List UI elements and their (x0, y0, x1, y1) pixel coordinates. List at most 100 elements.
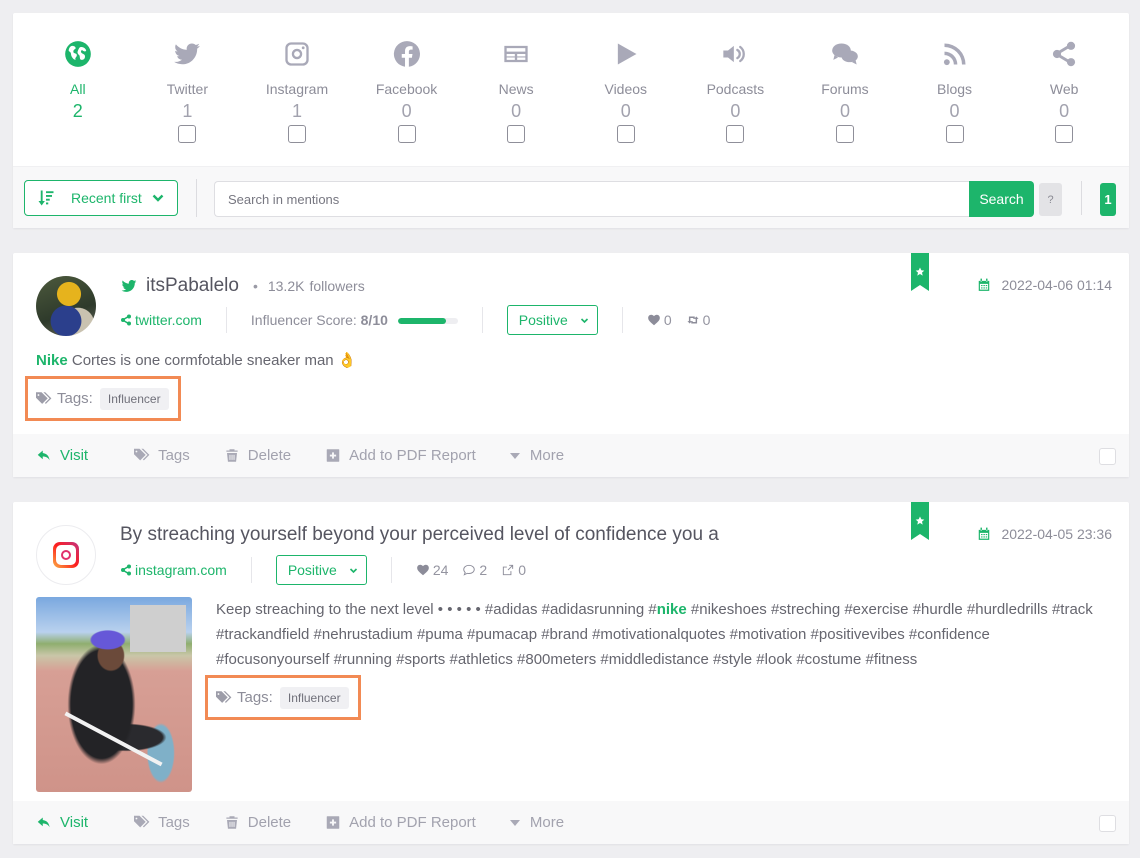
sort-icon (38, 190, 54, 206)
selected-count-badge[interactable]: 1 (1100, 183, 1116, 216)
mention-meta: instagram.com Positive 24 2 0 (120, 555, 540, 585)
divider (390, 557, 392, 583)
mention-header: itsPabalelo • 13.2K followers (120, 275, 370, 297)
more-button[interactable]: More (509, 447, 564, 464)
reply-icon (37, 817, 50, 828)
tags-button[interactable]: Tags (134, 814, 190, 831)
comment-icon (463, 564, 476, 576)
divider (225, 307, 227, 333)
plus-square-icon (326, 816, 340, 829)
author-name[interactable]: itsPabalelo (146, 275, 239, 297)
divider (196, 179, 197, 217)
source-count: 0 (511, 101, 522, 121)
caret-down-icon (509, 452, 520, 459)
tags-button[interactable]: Tags (134, 447, 190, 464)
source-filter-instagram[interactable]: Instagram 1 (242, 39, 352, 143)
source-label: Instagram (265, 81, 329, 97)
source-filter-blogs[interactable]: Blogs 0 (900, 39, 1010, 143)
source-count: 2 (72, 101, 83, 121)
followers-count: 13.2K followers (267, 278, 365, 294)
delete-button[interactable]: Delete (224, 814, 291, 831)
search-bar: Search (214, 181, 1034, 217)
source-checkbox-videos[interactable] (616, 125, 635, 143)
calendar-icon (979, 527, 990, 540)
tags-icon (134, 815, 150, 828)
source-checkbox-news[interactable] (507, 125, 526, 143)
newspaper-icon (501, 39, 531, 69)
source-filter-news[interactable]: News 0 (461, 39, 571, 143)
mention-actions: Visit Tags Delete Add to PDF Report More (13, 434, 1129, 477)
select-mention-checkbox[interactable] (1099, 448, 1116, 465)
avatar[interactable] (36, 525, 96, 585)
likes-count: 0 (647, 312, 672, 328)
more-button[interactable]: More (509, 814, 564, 831)
sort-dropdown[interactable]: Recent first (24, 180, 178, 216)
source-label: Facebook (375, 81, 438, 97)
instagram-icon (53, 542, 79, 568)
twitter-icon (121, 280, 137, 292)
source-link[interactable]: instagram.com (120, 562, 227, 578)
keyword-highlight: nike (656, 601, 687, 618)
source-checkbox-forums[interactable] (835, 125, 854, 143)
visit-button[interactable]: Visit (36, 447, 88, 464)
source-checkbox-instagram[interactable] (287, 125, 306, 143)
divider (621, 307, 623, 333)
mention-card: By streaching yourself beyond your perce… (13, 502, 1129, 844)
add-to-pdf-button[interactable]: Add to PDF Report (325, 447, 476, 464)
source-checkbox-web[interactable] (1055, 125, 1074, 143)
share-icon (121, 314, 131, 326)
source-filter-videos[interactable]: Videos 0 (571, 39, 681, 143)
select-mention-checkbox[interactable] (1099, 815, 1116, 832)
likes-count: 24 (416, 562, 448, 578)
instagram-icon (282, 39, 312, 69)
source-filter-twitter[interactable]: Twitter 1 (133, 39, 243, 143)
tag-chip[interactable]: Influencer (279, 686, 349, 709)
separator-dot: • (252, 278, 258, 294)
trash-icon (226, 449, 238, 462)
mention-title[interactable]: By streaching yourself beyond your perce… (120, 524, 719, 546)
rss-icon (940, 39, 970, 69)
twitter-icon (172, 39, 202, 69)
bookmark-icon[interactable] (911, 502, 929, 540)
source-checkbox-podcasts[interactable] (726, 125, 745, 143)
tag-chip[interactable]: Influencer (99, 387, 169, 410)
source-filter-all[interactable]: All 2 (23, 39, 133, 143)
bookmark-icon[interactable] (911, 253, 929, 291)
source-count: 0 (949, 101, 960, 121)
tags-label: Tags: (57, 390, 93, 407)
sentiment-dropdown[interactable]: Positive (275, 555, 367, 585)
source-filter-web[interactable]: Web 0 (1009, 39, 1119, 143)
share-icon (1049, 39, 1079, 69)
add-to-pdf-button[interactable]: Add to PDF Report (325, 814, 476, 831)
reply-icon (37, 450, 50, 461)
speaker-icon (720, 39, 750, 69)
search-input[interactable] (214, 181, 969, 217)
shares-count: 0 (501, 562, 526, 578)
source-checkbox-facebook[interactable] (397, 125, 416, 143)
mention-actions: Visit Tags Delete Add to PDF Report More (13, 801, 1129, 844)
mention-card: itsPabalelo • 13.2K followers twitter.com… (13, 253, 1129, 477)
divider (481, 307, 483, 333)
trash-icon (226, 816, 238, 829)
post-image[interactable] (36, 597, 192, 792)
source-checkbox-twitter[interactable] (178, 125, 197, 143)
delete-button[interactable]: Delete (224, 447, 291, 464)
source-filter-podcasts[interactable]: Podcasts 0 (681, 39, 791, 143)
source-count: 0 (401, 101, 412, 121)
source-label: Web (1049, 81, 1079, 97)
source-filter-forums[interactable]: Forums 0 (790, 39, 900, 143)
chevron-down-icon (349, 567, 357, 573)
search-button[interactable]: Search (969, 181, 1034, 217)
search-help-button[interactable]: ? (1039, 183, 1062, 216)
source-checkbox-blogs[interactable] (945, 125, 964, 143)
avatar[interactable] (36, 276, 96, 336)
tags-label: Tags: (237, 689, 273, 706)
source-count: 0 (620, 101, 631, 121)
visit-button[interactable]: Visit (36, 814, 88, 831)
sentiment-dropdown[interactable]: Positive (506, 305, 598, 335)
source-filter-facebook[interactable]: Facebook 0 (352, 39, 462, 143)
source-link[interactable]: twitter.com (120, 312, 202, 328)
heart-icon (647, 314, 660, 326)
comments-count: 2 (462, 562, 487, 578)
source-count: 0 (839, 101, 850, 121)
